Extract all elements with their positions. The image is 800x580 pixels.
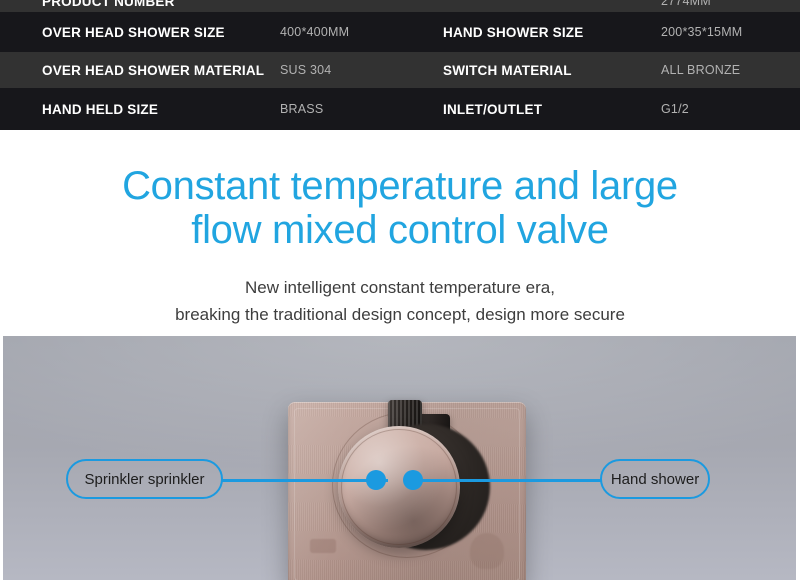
spec-value: ALL BRONZE [661, 63, 741, 77]
valve-knob-rim [341, 429, 457, 545]
callout-left-text: Sprinkler sprinkler [84, 470, 205, 488]
page-title: Constant temperature and large flow mixe… [0, 130, 800, 252]
spec-label: HAND HELD SIZE [42, 101, 159, 117]
plate-engraving-right [470, 533, 504, 569]
headline-line-1: Constant temperature and large [122, 164, 678, 208]
callout-label-hand-shower: Hand shower [600, 459, 710, 499]
spec-value: 400*400MM [280, 25, 350, 39]
callout-connector-left [222, 479, 388, 482]
product-photo: Sprinkler sprinkler Hand shower [3, 336, 796, 580]
subhead-line-2: breaking the traditional design concept,… [175, 305, 625, 324]
callout-connector-right [411, 479, 601, 482]
headline-line-2: flow mixed control valve [191, 208, 609, 252]
spec-value: 200*35*15MM [661, 25, 743, 39]
callout-marker-dot-left [366, 470, 386, 490]
table-row: HAND HELD SIZE BRASS INLET/OUTLET G1/2 [0, 88, 800, 130]
valve-knob [338, 426, 460, 548]
table-row: PRODUCT NUMBER 2774MM [0, 0, 800, 12]
callout-label-sprinkler: Sprinkler sprinkler [66, 459, 223, 499]
spec-value: BRASS [280, 102, 324, 116]
callout-marker-dot-right [403, 470, 423, 490]
spec-label: OVER HEAD SHOWER SIZE [42, 24, 225, 40]
plate-engraving-left [310, 539, 336, 553]
spec-label: OVER HEAD SHOWER MATERIAL [42, 62, 265, 78]
table-row: OVER HEAD SHOWER MATERIAL SUS 304 SWITCH… [0, 52, 800, 88]
valve-wall-plate [288, 400, 526, 580]
spec-label: HAND SHOWER SIZE [443, 24, 584, 40]
spec-label: SWITCH MATERIAL [443, 62, 572, 78]
spec-value: SUS 304 [280, 63, 332, 77]
spec-value: 2774MM [661, 0, 711, 8]
product-detail-page: PRODUCT NUMBER 2774MM OVER HEAD SHOWER S… [0, 0, 800, 580]
subhead-line-1: New intelligent constant temperature era… [245, 278, 555, 297]
callout-right-text: Hand shower [610, 470, 700, 488]
table-row: OVER HEAD SHOWER SIZE 400*400MM HAND SHO… [0, 12, 800, 52]
spec-value: G1/2 [661, 102, 689, 116]
spec-label: INLET/OUTLET [443, 101, 543, 117]
page-subtitle: New intelligent constant temperature era… [0, 252, 800, 328]
headline-section: Constant temperature and large flow mixe… [0, 130, 800, 336]
specification-table: PRODUCT NUMBER 2774MM OVER HEAD SHOWER S… [0, 0, 800, 130]
spec-label: PRODUCT NUMBER [42, 0, 175, 9]
